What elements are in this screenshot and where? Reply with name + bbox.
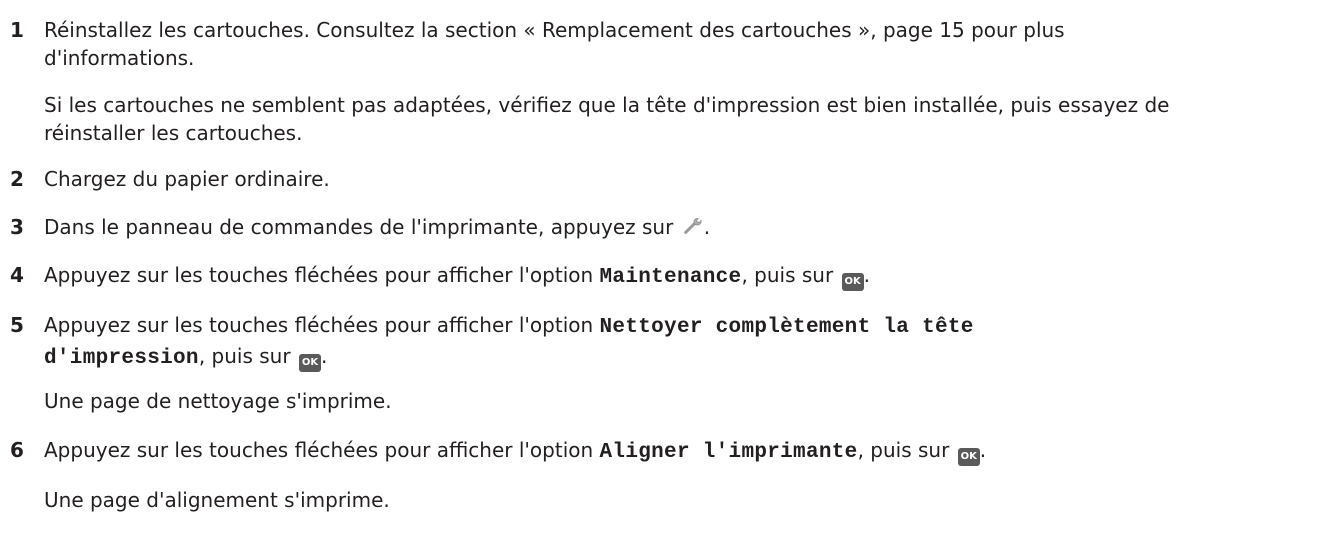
- step-text-run: Appuyez sur les touches fléchées pour af…: [44, 438, 594, 462]
- step-text: Dans le panneau de commandes de l'imprim…: [44, 213, 1310, 241]
- step-1-note: Si les cartouches ne semblent pas adapté…: [44, 91, 1314, 147]
- step-text-line: Appuyez sur les touches fléchées pour af…: [44, 311, 1310, 342]
- step-text: Réinstallez les cartouches. Consultez la…: [44, 16, 1310, 72]
- step-number: 4: [10, 263, 24, 287]
- step-text: Appuyez sur les touches fléchées pour af…: [44, 436, 1310, 467]
- step-text-run: .: [863, 263, 870, 287]
- step-text-line: Réinstallez les cartouches. Consultez la…: [44, 18, 1065, 42]
- menu-option-clean-printhead-cont: d'impression: [44, 347, 199, 370]
- step-3: 3 Dans le panneau de commandes de l'impr…: [10, 213, 1310, 241]
- step-text-run: .: [979, 438, 987, 462]
- ok-button-icon: OK: [957, 448, 980, 466]
- ok-button-icon: OK: [298, 354, 321, 372]
- step-number: 1: [10, 18, 24, 42]
- step-text-run: Dans le panneau de commandes de l'imprim…: [44, 215, 674, 239]
- ok-button-icon: OK: [841, 273, 864, 291]
- step-text-run: , puis sur: [857, 438, 950, 462]
- step-text-run: .: [320, 344, 328, 368]
- step-1: 1 Réinstallez les cartouches. Consultez …: [10, 16, 1310, 72]
- step-text-run: Appuyez sur les touches fléchées pour af…: [44, 313, 594, 337]
- step-text: Appuyez sur les touches fléchées pour af…: [44, 261, 1310, 292]
- step-text-run: Appuyez sur les touches fléchées pour af…: [44, 263, 594, 287]
- step-text-line: d'impression, puis sur OK.: [44, 342, 1310, 373]
- menu-option-align-printer: Aligner l'imprimante: [599, 441, 858, 464]
- note-line: Si les cartouches ne semblent pas adapté…: [44, 93, 1170, 117]
- step-5-result: Une page de nettoyage s'imprime.: [44, 389, 392, 413]
- menu-option-clean-printhead: Nettoyer complètement la tête: [599, 316, 974, 339]
- step-text-line: d'informations.: [44, 46, 195, 70]
- note-line: réinstaller les cartouches.: [44, 121, 303, 145]
- instruction-page: 1 Réinstallez les cartouches. Consultez …: [0, 0, 1324, 547]
- step-number: 2: [10, 167, 24, 191]
- step-text-run: .: [703, 215, 711, 239]
- menu-option-maintenance: Maintenance: [599, 266, 742, 289]
- step-text: Appuyez sur les touches fléchées pour af…: [44, 311, 1310, 373]
- step-2: 2 Chargez du papier ordinaire.: [10, 165, 1310, 193]
- step-4: 4 Appuyez sur les touches fléchées pour …: [10, 261, 1310, 292]
- step-number: 3: [10, 215, 24, 239]
- step-number: 6: [10, 438, 24, 462]
- step-text-run: , puis sur: [198, 344, 291, 368]
- step-6-result: Une page d'alignement s'imprime.: [44, 488, 390, 512]
- step-6: 6 Appuyez sur les touches fléchées pour …: [10, 436, 1310, 467]
- wrench-icon: [683, 218, 702, 234]
- step-text: Chargez du papier ordinaire.: [44, 167, 330, 191]
- step-text-run: , puis sur: [741, 263, 834, 287]
- step-number: 5: [10, 313, 24, 337]
- step-5: 5 Appuyez sur les touches fléchées pour …: [10, 311, 1310, 373]
